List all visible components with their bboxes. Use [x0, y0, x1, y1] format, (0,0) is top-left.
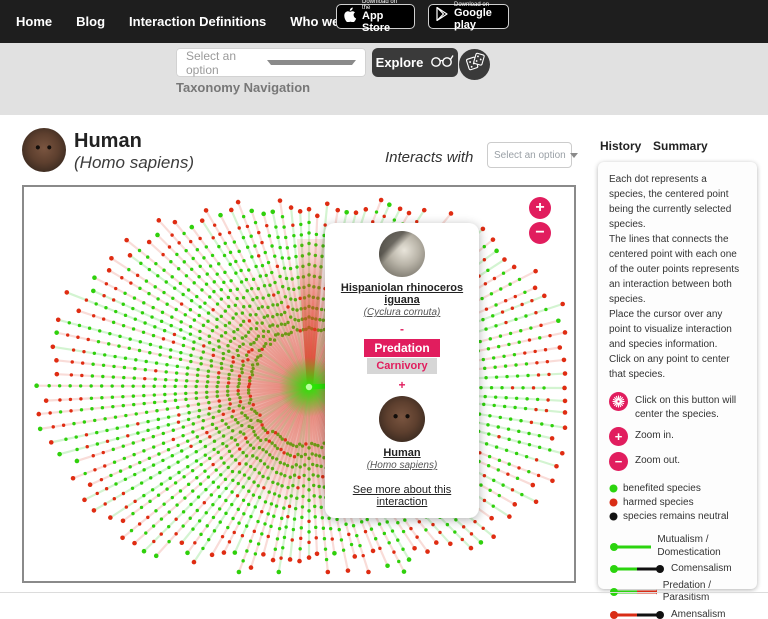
- selected-species-name: Human: [74, 130, 142, 153]
- amensalism-line-icon: [609, 610, 665, 619]
- taxonomy-toolbar: Select an option Explore: [0, 43, 768, 115]
- nav-item-interaction-definitions[interactable]: Interaction Definitions: [129, 14, 266, 29]
- red-dot-icon: [609, 498, 618, 507]
- center-species-icon[interactable]: [609, 392, 628, 411]
- guide-paragraph: Each dot represents a species, the cente…: [609, 172, 746, 232]
- guide-paragraph: Click on any point to center that specie…: [609, 352, 746, 382]
- legend-text: Zoom out.: [635, 452, 680, 468]
- google-play-icon: [436, 7, 449, 26]
- legend-row-zoom-out: − Zoom out.: [609, 452, 746, 471]
- legend-label: Mutualism / Domestication: [657, 534, 746, 559]
- apple-icon: [344, 7, 357, 27]
- tooltip-species-name[interactable]: Hispaniolan rhinoceros iguana: [331, 282, 473, 306]
- chevron-down-icon: [267, 60, 356, 65]
- zoom-out-button[interactable]: −: [529, 222, 551, 244]
- legend-comensalism: Comensalism: [609, 563, 746, 576]
- interaction-visualization-panel[interactable]: + − Hispaniolan rhinoceros iguana (Cyclu…: [22, 185, 576, 583]
- tooltip-minus-sign: -: [400, 322, 404, 336]
- legend-row-center: Click on this button will center the spe…: [609, 392, 746, 421]
- tooltip-plus-sign: +: [398, 378, 405, 392]
- guide-paragraph: The lines that connects the centered poi…: [609, 232, 746, 307]
- top-navigation: Home Blog Interaction Definitions Who we…: [0, 0, 768, 43]
- tab-history[interactable]: History: [600, 139, 641, 153]
- zoom-in-icon[interactable]: +: [609, 427, 628, 446]
- app-store-badge-text: Download on the App Store: [362, 0, 407, 34]
- legend-amensalism: Amensalism: [609, 609, 746, 619]
- nav-item-blog[interactable]: Blog: [76, 14, 105, 29]
- legend-label: Comensalism: [671, 563, 732, 576]
- explore-button[interactable]: Explore: [372, 48, 458, 77]
- legend-harmed: harmed species: [609, 497, 746, 508]
- radial-interaction-chart[interactable]: [24, 187, 574, 581]
- zoom-out-icon[interactable]: −: [609, 452, 628, 471]
- app-root: Home Blog Interaction Definitions Who we…: [0, 0, 768, 619]
- guide-paragraph: Place the cursor over any point to visua…: [609, 307, 746, 352]
- random-species-button[interactable]: [459, 49, 490, 80]
- interacts-with-select[interactable]: Select an option: [487, 142, 572, 168]
- interaction-type-badge: Predation: [364, 339, 439, 357]
- tooltip-target-avatar[interactable]: [379, 396, 425, 442]
- tooltip-target-latin[interactable]: (Homo sapiens): [367, 460, 438, 471]
- app-store-badge[interactable]: Download on the App Store: [336, 4, 415, 29]
- legend-label: Amensalism: [671, 609, 725, 619]
- taxonomy-select[interactable]: Select an option: [176, 48, 366, 77]
- interaction-line-legend: Mutualism / Domestication Comensalism: [609, 534, 746, 619]
- tab-summary[interactable]: Summary: [653, 139, 708, 153]
- interacts-with-label: Interacts with: [385, 149, 473, 166]
- nav-item-home[interactable]: Home: [16, 14, 52, 29]
- mutualism-line-icon: [609, 542, 651, 552]
- interaction-subtype-badge: Carnivory: [367, 358, 436, 374]
- selected-species-latin: (Homo sapiens): [74, 153, 194, 173]
- tooltip-target-name[interactable]: Human: [383, 447, 420, 459]
- dot-color-legend: benefited species harmed species species…: [609, 483, 746, 522]
- legend-label: species remains neutral: [623, 511, 729, 522]
- google-play-badge[interactable]: Download on Google play: [428, 4, 509, 29]
- glasses-icon: [430, 54, 454, 71]
- legend-label: harmed species: [623, 497, 694, 508]
- legend-benefited: benefited species: [609, 483, 746, 494]
- tooltip-species-latin[interactable]: (Cyclura cornuta): [364, 307, 441, 318]
- chevron-down-icon: [570, 153, 578, 158]
- selected-species-avatar[interactable]: [22, 128, 66, 172]
- zoom-in-button[interactable]: +: [529, 197, 551, 219]
- dice-cards-icon: [465, 52, 485, 77]
- see-more-interaction-link[interactable]: See more about this interaction: [331, 484, 473, 508]
- legend-mutualism: Mutualism / Domestication: [609, 534, 746, 559]
- legend-neutral: species remains neutral: [609, 511, 746, 522]
- legend-row-zoom-in: + Zoom in.: [609, 427, 746, 446]
- legend-label: benefited species: [623, 483, 701, 494]
- green-dot-icon: [609, 484, 618, 493]
- black-dot-icon: [609, 512, 618, 521]
- tooltip-species-avatar[interactable]: [379, 231, 425, 277]
- google-play-badge-text: Download on Google play: [454, 2, 501, 31]
- bottom-divider: [0, 592, 768, 593]
- taxonomy-navigation-label: Taxonomy Navigation: [176, 80, 310, 95]
- interaction-tooltip: Hispaniolan rhinoceros iguana (Cyclura c…: [325, 223, 479, 518]
- legend-text: Click on this button will center the spe…: [635, 392, 746, 421]
- comensalism-line-icon: [609, 564, 665, 574]
- guide-sidebar: Each dot represents a species, the cente…: [598, 162, 757, 589]
- guide-buttons-legend: Click on this button will center the spe…: [609, 392, 746, 471]
- legend-text: Zoom in.: [635, 427, 674, 443]
